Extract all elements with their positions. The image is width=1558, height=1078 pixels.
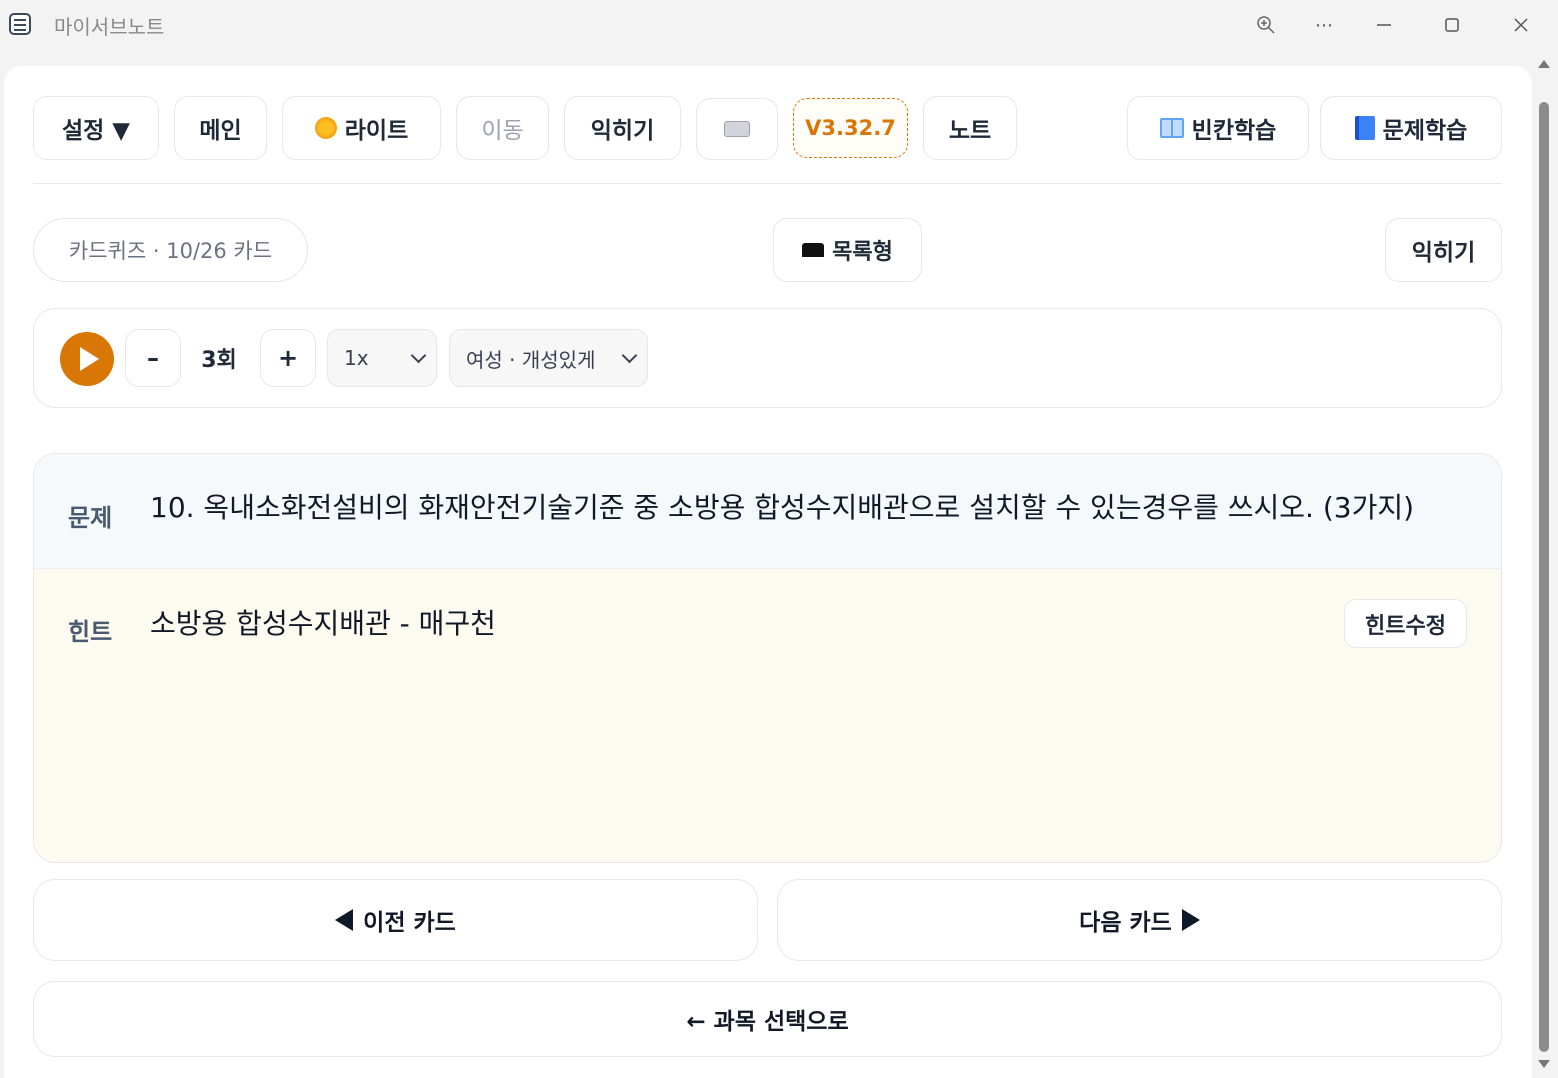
scroll-down-icon[interactable]	[1538, 1060, 1550, 1068]
list-view-label: 목록형	[832, 240, 893, 265]
hint-text: 소방용 합성수지배관 - 매구천	[150, 607, 496, 640]
question-label: 문제	[68, 504, 113, 532]
decrease-button[interactable]: –	[125, 329, 181, 387]
memorize-button[interactable]: 익히기	[564, 96, 681, 160]
memorize-mode-button[interactable]: 익히기	[1385, 218, 1502, 282]
problem-study-button[interactable]: 문제학습	[1320, 96, 1502, 160]
play-button[interactable]	[60, 332, 114, 386]
note-button[interactable]: 노트	[923, 96, 1017, 160]
version-badge[interactable]: V3.32.7	[793, 98, 908, 158]
chevron-down-icon	[410, 347, 427, 364]
increase-button[interactable]: +	[260, 329, 316, 387]
list-view-button[interactable]: 목록형	[773, 218, 922, 282]
title-bar: 마이서브노트 ⋯	[0, 0, 1558, 50]
question-row: 문제 10. 옥내소화전설비의 화재안전기술기준 중 소방용 합성수지배관으로 …	[34, 454, 1501, 569]
question-text: 10. 옥내소화전설비의 화재안전기술기준 중 소방용 합성수지배관으로 설치할…	[150, 491, 1415, 524]
app-icon	[9, 13, 31, 35]
theme-button[interactable]: 라이트	[282, 96, 441, 160]
sun-icon	[314, 117, 337, 139]
hint-edit-button[interactable]: 힌트수정	[1344, 599, 1467, 648]
quiz-status: 카드퀴즈 · 10/26 카드	[33, 218, 308, 282]
voice-select[interactable]: 여성 · 개성있게	[449, 329, 648, 387]
problem-study-label: 문제학습	[1382, 118, 1468, 144]
window-title: 마이서브노트	[54, 15, 165, 39]
keyboard-icon	[724, 121, 750, 137]
blue-book-icon	[1354, 116, 1375, 140]
theme-label: 라이트	[344, 118, 409, 144]
main-content: 설정 ▼ 메인 라이트 이동 익히기 V3.32.7 노트 빈칸학습 문제학습 …	[4, 66, 1532, 1078]
toolbar-divider	[33, 183, 1502, 184]
move-button[interactable]: 이동	[456, 96, 549, 160]
flash-card: 문제 10. 옥내소화전설비의 화재안전기술기준 중 소방용 합성수지배관으로 …	[33, 453, 1502, 863]
scrollbar[interactable]	[1534, 52, 1556, 1078]
more-icon[interactable]: ⋯	[1309, 10, 1339, 40]
triangle-right-icon	[1181, 909, 1200, 931]
scroll-up-icon[interactable]	[1538, 60, 1550, 68]
blank-study-button[interactable]: 빈칸학습	[1127, 96, 1309, 160]
prev-card-button[interactable]: 이전 카드	[33, 879, 758, 961]
speed-select[interactable]: 1x	[327, 329, 437, 387]
scroll-thumb[interactable]	[1539, 102, 1549, 1052]
train-icon	[802, 243, 825, 257]
maximize-icon[interactable]	[1437, 10, 1467, 40]
open-book-icon	[1159, 118, 1184, 138]
hint-label: 힌트	[68, 618, 113, 646]
zoom-icon[interactable]	[1251, 10, 1281, 40]
close-icon[interactable]	[1506, 10, 1536, 40]
audio-controls: – 3회 + 1x 여성 · 개성있게	[33, 308, 1502, 408]
settings-button[interactable]: 설정 ▼	[33, 96, 159, 160]
voice-value: 여성 · 개성있게	[466, 347, 596, 372]
next-card-button[interactable]: 다음 카드	[777, 879, 1502, 961]
prev-card-label: 이전 카드	[363, 910, 456, 936]
speed-value: 1x	[344, 346, 369, 370]
keyboard-button[interactable]	[696, 98, 778, 160]
minimize-icon[interactable]	[1369, 10, 1399, 40]
back-to-subjects-button[interactable]: ← 과목 선택으로	[33, 981, 1502, 1057]
chevron-down-icon	[621, 347, 638, 364]
blank-study-label: 빈칸학습	[1191, 118, 1277, 144]
main-button[interactable]: 메인	[174, 96, 267, 160]
next-card-label: 다음 카드	[1079, 910, 1172, 936]
repeat-count: 3회	[201, 348, 237, 373]
triangle-left-icon	[335, 909, 354, 931]
